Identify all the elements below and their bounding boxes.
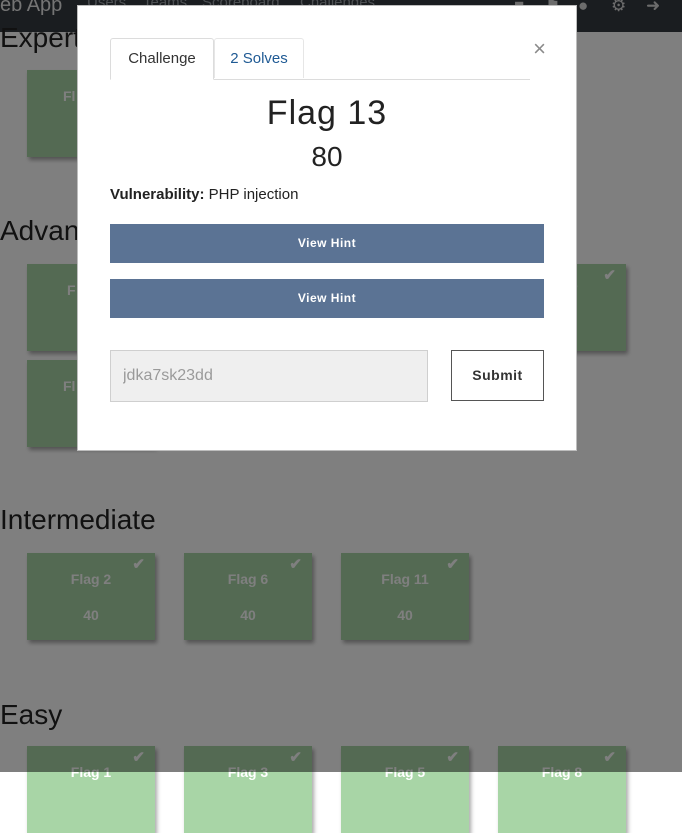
challenge-title: Flag 13 (266, 94, 388, 132)
vulnerability-value: PHP injection (208, 186, 299, 203)
challenge-value: 80 (311, 141, 343, 172)
challenge-modal: × Challenge 2 Solves Flag 13 80 Vulnerab… (77, 5, 577, 451)
view-hint-button[interactable]: View Hint (110, 279, 544, 318)
flag-input[interactable] (110, 350, 428, 402)
view-hint-button[interactable]: View Hint (110, 224, 544, 263)
vulnerability-label: Vulnerability: (110, 186, 205, 203)
modal-tabs: Challenge 2 Solves (110, 38, 530, 80)
tab-challenge[interactable]: Challenge (110, 38, 214, 80)
close-icon[interactable]: × (533, 38, 546, 60)
vulnerability-description: Vulnerability: PHP injection (110, 186, 298, 203)
tab-solves[interactable]: 2 Solves (214, 38, 304, 78)
submit-button[interactable]: Submit (451, 350, 544, 401)
